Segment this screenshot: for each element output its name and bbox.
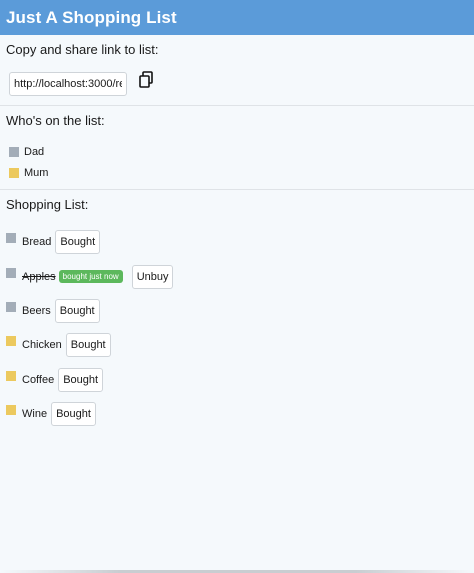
shopping-section: Shopping List: Bread Bought Apples bough… [0, 190, 474, 431]
bought-status-badge: bought just now [58, 270, 123, 284]
app-header: Just A Shopping List [0, 0, 474, 35]
shopping-list: Bread Bought Apples bought just now Unbu… [6, 225, 468, 431]
copy-icon [138, 70, 154, 92]
shopping-heading: Shopping List: [6, 197, 89, 212]
share-section: Copy and share link to list: [0, 35, 474, 105]
bought-button[interactable]: Bought [51, 402, 96, 427]
person-color-swatch [9, 167, 19, 178]
share-heading: Copy and share link to list: [6, 42, 159, 57]
person-item: Mum [9, 162, 468, 183]
item-color-swatch [6, 405, 16, 416]
bought-button[interactable]: Bought [58, 367, 104, 392]
list-item: Beers Bought [6, 294, 468, 328]
person-item: Dad [9, 141, 468, 162]
bought-button[interactable]: Bought [55, 230, 101, 255]
person-name: Mum [24, 166, 49, 179]
item-color-swatch [6, 267, 16, 278]
person-color-swatch [9, 146, 19, 157]
list-item: Bread Bought [6, 225, 468, 259]
bought-button[interactable]: Bought [65, 333, 111, 358]
item-name: Coffee [22, 373, 55, 386]
share-row [9, 70, 468, 105]
people-heading: Who's on the list: [6, 113, 105, 128]
people-section: Who's on the list: Dad Mum [0, 106, 474, 189]
item-color-swatch [6, 336, 16, 347]
item-name: Wine [22, 408, 48, 421]
item-color-swatch [6, 370, 16, 381]
item-name: Bread [22, 236, 52, 249]
item-name: Apples [22, 270, 56, 283]
item-name: Chicken [22, 339, 62, 352]
app-title: Just A Shopping List [6, 7, 177, 27]
item-color-swatch [6, 233, 16, 244]
item-color-swatch [6, 301, 16, 312]
item-name: Beers [22, 304, 51, 317]
unbuy-button[interactable]: Unbuy [131, 264, 174, 289]
list-item: Wine Bought [6, 397, 468, 431]
list-item: Coffee Bought [6, 363, 468, 397]
list-item: Chicken Bought [6, 328, 468, 362]
people-list: Dad Mum [6, 141, 468, 189]
share-link-input[interactable] [9, 72, 127, 96]
bought-button[interactable]: Bought [54, 298, 100, 323]
person-name: Dad [24, 145, 45, 158]
list-item: Apples bought just now Unbuy [6, 259, 468, 293]
copy-link-button[interactable] [137, 70, 155, 92]
